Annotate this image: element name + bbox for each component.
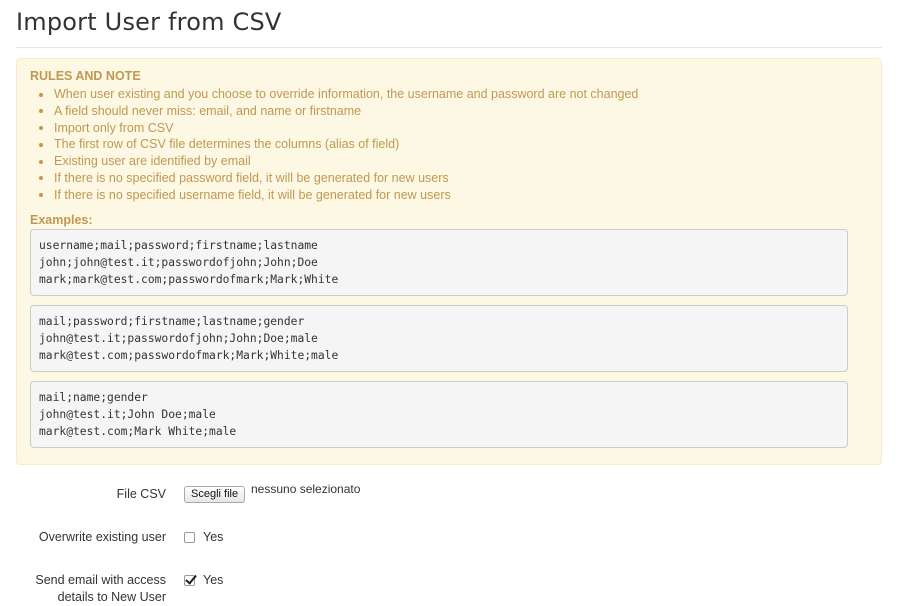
- rules-list: When user existing and you choose to ove…: [30, 86, 638, 204]
- rule-item: Import only from CSV: [30, 120, 638, 137]
- rules-heading: RULES AND NOTE: [30, 69, 141, 83]
- send-email-checkbox[interactable]: [184, 575, 195, 586]
- overwrite-user-checkbox[interactable]: [184, 532, 195, 543]
- rule-item: A field should never miss: email, and na…: [30, 103, 638, 120]
- rule-item: If there is no specified username field,…: [30, 187, 638, 204]
- code-line: mail;password;firstname;lastname;gender: [39, 315, 305, 328]
- rule-item: When user existing and you choose to ove…: [30, 86, 638, 103]
- rule-item: If there is no specified password field,…: [30, 170, 638, 187]
- page-title: Import User from CSV: [16, 8, 282, 36]
- overwrite-user-option-label[interactable]: Yes: [203, 529, 223, 546]
- code-line: mark@test.com;passwordofmark;Mark;White;…: [39, 349, 339, 362]
- example-code-block-1: username;mail;password;firstname;lastnam…: [30, 229, 848, 296]
- code-line: mail;name;gender: [39, 391, 148, 404]
- title-divider: [16, 47, 882, 48]
- send-email-label: Send email with access details to New Us…: [35, 573, 166, 604]
- rules-alert-box: RULES AND NOTE When user existing and yo…: [16, 58, 882, 465]
- rule-item: The first row of CSV file determines the…: [30, 136, 638, 153]
- file-csv-label: File CSV: [116, 487, 166, 501]
- example-code-block-3: mail;name;gender john@test.it;John Doe;ma…: [30, 381, 848, 448]
- code-line: mark;mark@test.com;passwordofmark;Mark;W…: [39, 273, 339, 286]
- code-line: john@test.it;passwordofjohn;John;Doe;mal…: [39, 332, 318, 345]
- rule-item: Existing user are identified by email: [30, 153, 638, 170]
- send-email-option-label[interactable]: Yes: [203, 572, 223, 589]
- code-line: john@test.it;John Doe;male: [39, 408, 216, 421]
- example-code-block-2: mail;password;firstname;lastname;gender j…: [30, 305, 848, 372]
- code-line: john;john@test.it;passwordofjohn;John;Do…: [39, 256, 318, 269]
- overwrite-user-label: Overwrite existing user: [38, 530, 166, 544]
- choose-file-button[interactable]: Scegli file: [184, 486, 246, 503]
- code-line: username;mail;password;firstname;lastnam…: [39, 239, 318, 252]
- examples-heading: Examples:: [30, 213, 93, 227]
- file-status-text: nessuno selezionato: [251, 482, 361, 496]
- code-line: mark@test.com;Mark White;male: [39, 425, 237, 438]
